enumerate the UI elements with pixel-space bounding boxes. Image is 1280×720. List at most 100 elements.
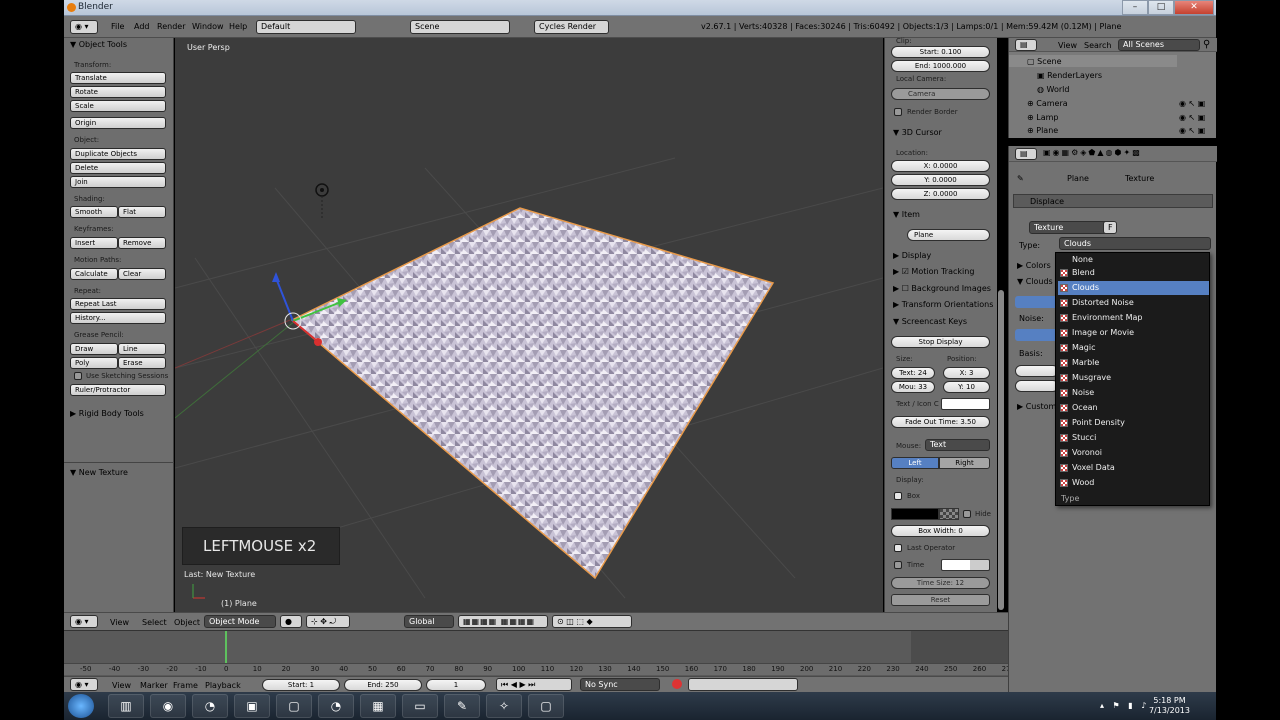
cursor-x-field[interactable]: X: 0.0000 — [891, 160, 990, 172]
outliner-item-scene[interactable]: ▢ Scene — [1027, 57, 1062, 66]
pin-icon[interactable]: ✎ — [1017, 174, 1024, 183]
time-checkbox[interactable] — [894, 561, 902, 569]
menu-file[interactable]: File — [111, 22, 124, 31]
size-field[interactable] — [1015, 365, 1059, 377]
outliner-view-menu[interactable]: View — [1058, 41, 1077, 50]
minimize-button[interactable]: – — [1122, 0, 1148, 15]
scale-button[interactable]: Scale — [70, 100, 166, 112]
transform-orientations-header[interactable]: ▶ Transform Orientations — [893, 300, 993, 309]
timeline-marker-menu[interactable]: Marker — [140, 681, 168, 690]
menu-render[interactable]: Render — [157, 22, 185, 31]
duplicate-objects-button[interactable]: Duplicate Objects — [70, 148, 166, 160]
dropdown-item[interactable]: Voronoi — [1058, 446, 1209, 460]
rigid-body-header[interactable]: ▶ Rigid Body Tools — [70, 409, 144, 418]
app-icon-11[interactable]: ▢ — [528, 694, 564, 718]
outliner-editor-button[interactable]: ▤ — [1015, 39, 1037, 51]
text-size-field[interactable]: Text: 24 — [891, 367, 935, 379]
x-arrow-icon[interactable] — [314, 338, 322, 346]
texture-name-field[interactable]: Texture — [1029, 221, 1109, 234]
stop-display-button[interactable]: Stop Display — [891, 336, 990, 348]
terminal-icon[interactable]: ▭ — [402, 694, 438, 718]
properties-scrollbar[interactable] — [998, 290, 1004, 610]
colors-panel[interactable]: ▶ Colors — [1017, 261, 1051, 270]
3d-cursor-header[interactable]: ▼ 3D Cursor — [893, 128, 942, 137]
playback-controls[interactable]: ⏮ ◀ ▶ ⏭ — [496, 678, 572, 691]
outliner-search-menu[interactable]: Search — [1084, 41, 1111, 50]
clip-start-field[interactable]: Start: 0.100 — [891, 46, 990, 58]
app-icon-10[interactable]: ✧ — [486, 694, 522, 718]
last-operator-checkbox[interactable] — [894, 544, 902, 552]
blender-icon-2[interactable]: ◔ — [318, 694, 354, 718]
plane-visibility-icon[interactable]: ◉ ↖ ▣ — [1179, 126, 1205, 135]
3d-viewport[interactable]: User Persp LEFTMOUSE x2 Last: New Textur… — [175, 38, 883, 612]
poly-button[interactable]: Poly — [70, 357, 118, 369]
dropdown-item[interactable]: Blend — [1058, 266, 1209, 280]
screencast-keys-header[interactable]: ▼ Screencast Keys — [893, 317, 967, 326]
screen-layout-field[interactable]: Default — [256, 20, 356, 34]
tray-icons[interactable]: ▴ ⚑ ▮ ♪ — [1100, 701, 1149, 710]
dropdown-item[interactable]: Point Density — [1058, 416, 1209, 430]
scene-field[interactable]: Scene — [410, 20, 510, 34]
z-manipulator[interactable] — [275, 277, 294, 322]
displace-modifier-header[interactable]: Displace — [1013, 194, 1213, 208]
object-tools-header[interactable]: ▼ Object Tools — [70, 40, 127, 49]
draw-button[interactable]: Draw — [70, 343, 118, 355]
text-color-swatch[interactable] — [941, 398, 990, 410]
sketching-checkbox[interactable] — [74, 372, 82, 380]
dropdown-item[interactable]: Clouds — [1058, 281, 1209, 295]
dropdown-item[interactable]: Noise — [1058, 386, 1209, 400]
erase-button[interactable]: Erase — [118, 357, 166, 369]
context-tabs-icon[interactable]: ▣◉▦⚙◈⬟▲◍⬢✦▩ — [1043, 148, 1142, 157]
frame-ruler[interactable]: -50 -40 -30 -20 -10 0 10 20 30 40 50 60 70 80 90 100 110… — [64, 663, 1044, 675]
box-checkbox[interactable] — [894, 492, 902, 500]
right-button[interactable]: Right — [939, 457, 990, 469]
box-alpha-swatch[interactable] — [939, 508, 959, 520]
join-button[interactable]: Join — [70, 176, 166, 188]
clouds-panel[interactable]: ▼ Clouds — [1017, 277, 1053, 286]
dropdown-item[interactable]: Distorted Noise — [1058, 296, 1209, 310]
timeline-playback-menu[interactable]: Playback — [205, 681, 241, 690]
object-menu[interactable]: Object — [174, 618, 200, 627]
repeat-last-button[interactable]: Repeat Last — [70, 298, 166, 310]
clip-end-field[interactable]: End: 1000.000 — [891, 60, 990, 72]
menu-window[interactable]: Window — [192, 22, 224, 31]
soft-noise-button[interactable] — [1015, 329, 1059, 341]
time-size-field[interactable]: Time Size: 12 — [891, 577, 990, 589]
new-texture-header[interactable]: ▼ New Texture — [70, 468, 128, 477]
ruler-button[interactable]: Ruler/Protractor — [70, 384, 166, 396]
end-frame-field[interactable]: End: 250 — [344, 679, 422, 691]
flat-button[interactable]: Flat — [118, 206, 166, 218]
start-frame-field[interactable]: Start: 1 — [262, 679, 340, 691]
fake-user-button[interactable]: F — [1103, 221, 1117, 234]
chrome-icon[interactable]: ◉ — [150, 694, 186, 718]
insert-keyframe-button[interactable]: Insert — [70, 237, 118, 249]
box-color-swatch[interactable] — [891, 508, 939, 520]
camera-visibility-icon[interactable]: ◉ ↖ ▣ — [1179, 99, 1205, 108]
lamp-center[interactable] — [320, 188, 324, 192]
cursor-z-field[interactable]: Z: 0.0000 — [891, 188, 990, 200]
remove-keyframe-button[interactable]: Remove — [118, 237, 166, 249]
translate-button[interactable]: Translate — [70, 72, 166, 84]
editor-type-button[interactable]: ◉ ▾ — [70, 20, 98, 34]
menu-help[interactable]: Help — [229, 22, 247, 31]
app-icon-7[interactable]: ▦ — [360, 694, 396, 718]
dropdown-item[interactable]: Wood — [1058, 476, 1209, 490]
record-icon[interactable] — [672, 679, 682, 689]
outliner-item-lamp[interactable]: ⊕ Lamp — [1027, 113, 1058, 122]
close-button[interactable]: ✕ — [1174, 0, 1214, 15]
current-frame-field[interactable]: 1 — [426, 679, 486, 691]
rotate-button[interactable]: Rotate — [70, 86, 166, 98]
pos-y-field[interactable]: Y: 10 — [943, 381, 990, 393]
layer-buttons[interactable]: ▦▦▦▦ ▦▦▦▦ — [458, 615, 548, 628]
current-frame-indicator[interactable] — [225, 631, 227, 663]
search-icon[interactable]: ⚲ — [1203, 39, 1210, 50]
clear-button[interactable]: Clear — [118, 268, 166, 280]
left-button[interactable]: Left — [891, 457, 939, 469]
snap-buttons[interactable]: ⊙ ◫ ⬚ ◆ — [552, 615, 632, 628]
properties-editor-button[interactable]: ▤ — [1015, 148, 1037, 160]
smooth-button[interactable]: Smooth — [70, 206, 118, 218]
start-button[interactable] — [68, 694, 94, 718]
local-camera-field[interactable]: Camera — [891, 88, 990, 100]
outliner-item-camera[interactable]: ⊕ Camera — [1027, 99, 1068, 108]
dropdown-item[interactable]: Magic — [1058, 341, 1209, 355]
